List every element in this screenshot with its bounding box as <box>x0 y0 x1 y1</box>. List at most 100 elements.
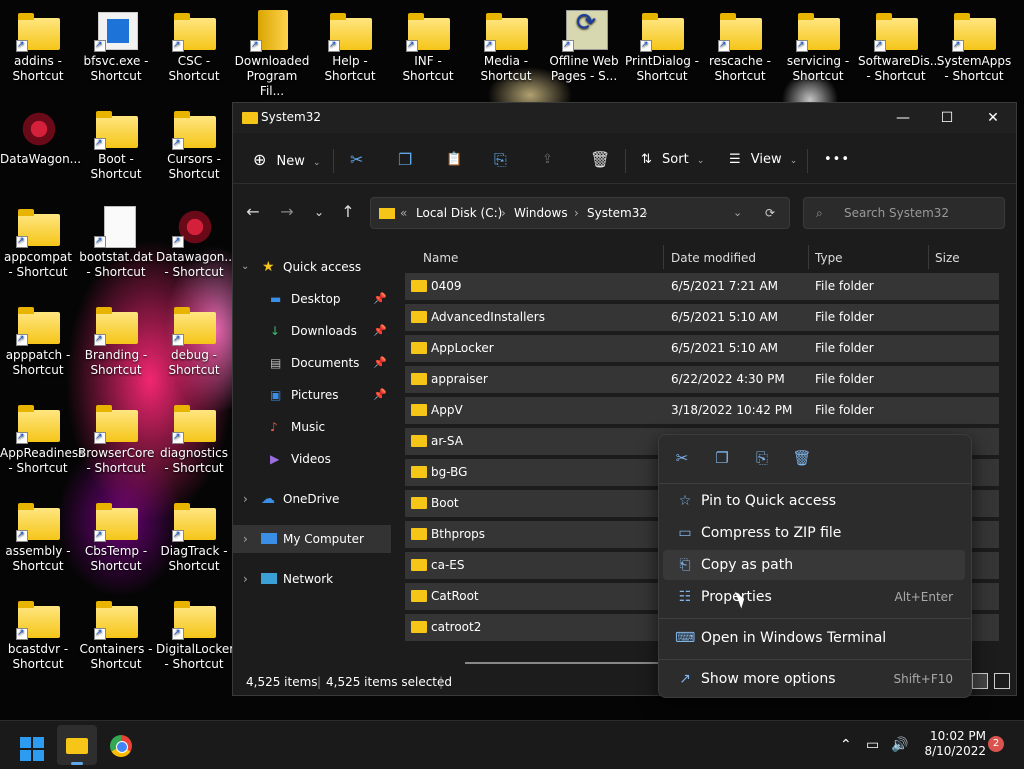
table-row[interactable]: AppLocker 6/5/2021 5:10 AM File folder <box>405 335 999 362</box>
delete-icon[interactable]: 🗑 <box>789 447 815 469</box>
pin-icon[interactable]: 📌 <box>373 381 387 409</box>
chrome-taskbar-button[interactable] <box>101 725 141 765</box>
title-bar[interactable]: System32 — ☐ ✕ <box>233 103 1016 133</box>
view-button[interactable]: ☰ View ⌄ <box>729 147 797 173</box>
chevron-down-icon[interactable]: ⌄ <box>733 198 742 228</box>
refresh-icon[interactable]: ⟳ <box>765 198 775 228</box>
menu-item-pin-to-quick-access[interactable]: ☆ Pin to Quick access <box>663 486 965 516</box>
new-button[interactable]: ⊕ New ⌄ <box>253 147 321 173</box>
details-view-icon[interactable] <box>972 673 988 689</box>
tiles-view-icon[interactable] <box>994 673 1010 689</box>
nav-item-documents[interactable]: ▤ Documents 📌 <box>233 349 391 377</box>
desktop-icon[interactable]: SystemApps - Shortcut <box>936 10 1012 84</box>
column-divider[interactable] <box>928 245 929 269</box>
desktop-icon[interactable]: rescache - Shortcut <box>702 10 778 84</box>
rename-icon[interactable]: ⎘ <box>494 147 507 173</box>
desktop-icon[interactable]: assembly - Shortcut <box>0 500 76 574</box>
column-type[interactable]: Type <box>815 243 843 273</box>
address-bar[interactable]: « Local Disk (C:) › Windows › System32 ›… <box>370 197 790 229</box>
menu-item-compress-to-zip-file[interactable]: ▭ Compress to ZIP file <box>663 518 965 548</box>
table-row[interactable]: AppV 3/18/2022 10:42 PM File folder <box>405 397 999 424</box>
desktop-icon[interactable]: bootstat.dat - Shortcut <box>78 206 154 280</box>
column-size[interactable]: Size <box>935 243 960 273</box>
menu-item-properties[interactable]: ☷ Properties Alt+Enter <box>663 582 965 612</box>
breadcrumb-local-disk[interactable]: Local Disk (C:) <box>416 198 502 228</box>
sort-button[interactable]: ⇅ Sort ⌄ <box>641 147 704 173</box>
desktop-icon[interactable]: Boot - Shortcut <box>78 108 154 182</box>
network-icon[interactable]: ▭ <box>866 721 879 769</box>
desktop-icon[interactable]: Datawagon... - Shortcut <box>156 206 236 280</box>
menu-item-copy-as-path[interactable]: ⎗ Copy as path <box>663 550 965 580</box>
breadcrumb-windows[interactable]: Windows <box>514 198 568 228</box>
desktop-icon[interactable]: Branding - Shortcut <box>78 304 154 378</box>
forward-arrow-icon[interactable]: → <box>273 199 301 225</box>
desktop-icon[interactable]: bfsvc.exe - Shortcut <box>78 10 154 84</box>
column-divider[interactable] <box>663 245 664 269</box>
share-icon[interactable]: ⇪ <box>542 147 553 173</box>
volume-icon[interactable]: 🔊 <box>891 721 908 769</box>
chevron-up-icon[interactable]: ⌃ <box>840 721 852 769</box>
copy-icon[interactable]: ❐ <box>709 447 735 469</box>
nav-item-pictures[interactable]: ▣ Pictures 📌 <box>233 381 391 409</box>
nav-item-downloads[interactable]: ↓ Downloads 📌 <box>233 317 391 345</box>
more-options-button[interactable]: ••• <box>824 147 850 173</box>
pin-icon[interactable]: 📌 <box>373 349 387 377</box>
desktop-icon[interactable]: apppatch - Shortcut <box>0 304 76 378</box>
table-row[interactable]: appraiser 6/22/2022 4:30 PM File folder <box>405 366 999 393</box>
desktop-icon[interactable]: INF - Shortcut <box>390 10 466 84</box>
nav-item-desktop[interactable]: ▬ Desktop 📌 <box>233 285 391 313</box>
desktop-icon[interactable]: Offline Web Pages - S... <box>546 10 622 84</box>
start-button[interactable] <box>12 725 52 765</box>
nav-network[interactable]: › Network <box>233 565 391 593</box>
clock[interactable]: 10:02 PM 8/10/2022 <box>910 729 986 759</box>
desktop-icon[interactable]: Media - Shortcut <box>468 10 544 84</box>
recent-chevron-icon[interactable]: ⌄ <box>305 199 333 225</box>
close-button[interactable]: ✕ <box>973 107 1013 129</box>
breadcrumb-overflow[interactable]: « <box>400 198 407 228</box>
maximize-button[interactable]: ☐ <box>927 107 967 129</box>
desktop-icon[interactable]: DigitalLocker - Shortcut <box>156 598 234 672</box>
desktop-icon[interactable]: CbsTemp - Shortcut <box>78 500 154 574</box>
desktop-icon[interactable]: BrowserCore - Shortcut <box>78 402 154 476</box>
menu-item-open-in-windows-terminal[interactable]: ⌨ Open in Windows Terminal <box>663 623 965 653</box>
search-box[interactable]: ⌕ Search System32 <box>803 197 1005 229</box>
rename-icon[interactable]: ⎘ <box>749 447 775 469</box>
desktop-icon[interactable]: CSC - Shortcut <box>156 10 232 84</box>
pin-icon[interactable]: 📌 <box>373 317 387 345</box>
desktop-icon[interactable]: appcompat - Shortcut <box>0 206 76 280</box>
desktop-icon[interactable]: DiagTrack - Shortcut <box>156 500 232 574</box>
desktop-icon[interactable]: bcastdvr - Shortcut <box>0 598 76 672</box>
table-row[interactable]: AdvancedInstallers 6/5/2021 5:10 AM File f… <box>405 304 999 331</box>
desktop-icon[interactable]: Cursors - Shortcut <box>156 108 232 182</box>
horizontal-scrollbar[interactable] <box>465 662 665 664</box>
minimize-button[interactable]: — <box>883 107 923 129</box>
cut-icon[interactable]: ✂ <box>669 447 695 469</box>
delete-icon[interactable]: 🗑 <box>590 147 610 173</box>
menu-item-show-more-options[interactable]: ↗ Show more options Shift+F10 <box>663 664 965 694</box>
file-explorer-taskbar-button[interactable] <box>57 725 97 765</box>
notification-badge[interactable]: 2 <box>988 736 1004 752</box>
paste-icon[interactable]: 📋 <box>446 147 462 173</box>
column-name[interactable]: Name <box>423 243 458 273</box>
desktop-icon[interactable]: AppReadiness - Shortcut <box>0 402 84 476</box>
back-arrow-icon[interactable]: ← <box>239 199 267 225</box>
nav-onedrive[interactable]: › ☁ OneDrive <box>233 485 391 513</box>
desktop-icon[interactable]: Downloaded Program Fil... <box>234 10 310 99</box>
column-divider[interactable] <box>808 245 809 269</box>
pin-icon[interactable]: 📌 <box>373 285 387 313</box>
nav-my-computer[interactable]: › My Computer <box>233 525 391 553</box>
cut-icon[interactable]: ✂ <box>350 147 363 173</box>
nav-item-videos[interactable]: ▶ Videos <box>233 445 391 473</box>
up-arrow-icon[interactable]: ↑ <box>334 199 362 225</box>
nav-quick-access[interactable]: ⌄ ★ Quick access <box>233 253 391 281</box>
desktop-icon[interactable]: diagnostics - Shortcut <box>156 402 232 476</box>
desktop-icon[interactable]: Help - Shortcut <box>312 10 388 84</box>
nav-item-music[interactable]: ♪ Music <box>233 413 391 441</box>
desktop-icon[interactable]: Containers - Shortcut <box>78 598 154 672</box>
copy-icon[interactable]: ❐ <box>398 147 412 173</box>
breadcrumb-system32[interactable]: System32 <box>587 198 647 228</box>
table-row[interactable]: 0409 6/5/2021 7:21 AM File folder <box>405 273 999 300</box>
desktop-icon[interactable]: servicing - Shortcut <box>780 10 856 84</box>
desktop-icon[interactable]: SoftwareDis... - Shortcut <box>858 10 941 84</box>
desktop-icon[interactable]: DataWagon... <box>0 108 81 167</box>
